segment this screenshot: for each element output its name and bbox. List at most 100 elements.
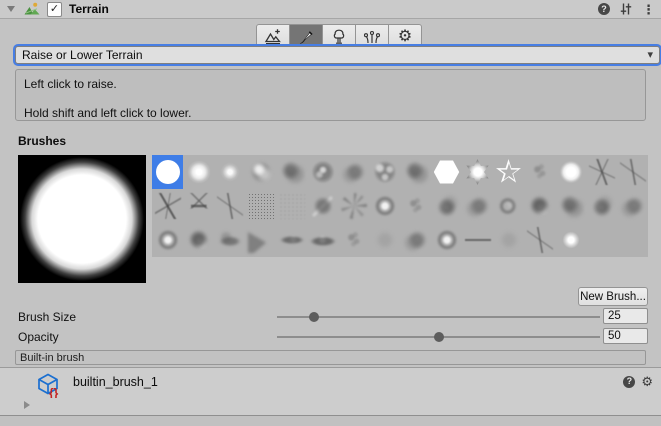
brush-item-40[interactable] [400,223,431,257]
opacity-slider[interactable] [277,336,600,338]
brush-thumbnail [465,159,491,185]
brush-item-3[interactable] [245,155,276,189]
brush-item-35[interactable] [245,223,276,257]
brush-item-36[interactable] [276,223,307,257]
brush-thumbnail [186,227,212,253]
brush-size-label: Brush Size [18,310,76,324]
brush-item-22[interactable] [338,189,369,223]
brush-item-45[interactable] [555,223,586,257]
brush-item-17[interactable] [183,189,214,223]
brush-thumbnail [186,193,212,219]
terrain-component-icon [24,2,40,16]
brush-item-27[interactable] [493,189,524,223]
brush-size-slider[interactable] [277,316,600,318]
brush-thumbnail [372,227,398,253]
brush-thumbnail [372,159,398,185]
brush-item-6[interactable] [338,155,369,189]
brush-item-12[interactable] [524,155,555,189]
help-line-2: Hold shift and left click to lower. [24,106,637,120]
bottom-strip [0,416,661,426]
brush-thumbnail [589,159,615,185]
brush-item-21[interactable] [307,189,338,223]
brush-item-20[interactable] [276,189,307,223]
brush-item-41[interactable] [431,223,462,257]
terrain-inspector-window: ✓ Terrain ? ⋮ [0,0,661,426]
opacity-label: Opacity [18,330,59,344]
enabled-checkbox[interactable]: ✓ [47,2,62,17]
brush-item-32[interactable] [152,223,183,257]
brush-item-10[interactable] [462,155,493,189]
brush-thumbnail [186,159,212,185]
brush-item-13[interactable] [555,155,586,189]
brush-item-28[interactable] [524,189,555,223]
brush-item-44[interactable] [524,223,555,257]
presets-icon[interactable] [619,2,633,16]
brush-item-18[interactable] [214,189,245,223]
brush-item-11[interactable] [493,155,524,189]
brush-item-25[interactable] [431,189,462,223]
brush-thumbnail [527,159,553,185]
brush-palette [152,155,648,257]
brush-item-47 [617,223,648,257]
brush-item-33[interactable] [183,223,214,257]
brush-item-0[interactable] [152,155,183,189]
brush-item-29[interactable] [555,189,586,223]
asset-gear-icon[interactable]: ⚙ [641,375,653,388]
brush-thumbnail [558,193,584,219]
opacity-row: Opacity [0,328,661,346]
brush-thumbnail [434,159,460,185]
brush-item-9[interactable] [431,155,462,189]
brush-item-38[interactable] [338,223,369,257]
brush-size-field[interactable] [603,308,648,324]
gear-icon: ⚙ [398,29,412,45]
brush-item-31[interactable] [617,189,648,223]
brush-thumbnail [310,227,336,253]
brush-item-8[interactable] [400,155,431,189]
opacity-slider-handle[interactable] [434,332,444,342]
brush-thumbnail [620,193,646,219]
brush-thumbnail [310,193,336,219]
builtin-brush-header-bar: Built-in brush [15,350,646,365]
brush-thumbnail [403,159,429,185]
foldout-open-icon[interactable] [7,6,15,12]
brush-item-1[interactable] [183,155,214,189]
brush-thumbnail [620,159,646,185]
brush-item-23[interactable] [369,189,400,223]
brush-item-15[interactable] [617,155,648,189]
brush-size-slider-handle[interactable] [309,312,319,322]
kebab-menu-icon[interactable]: ⋮ [642,3,655,16]
brush-item-4[interactable] [276,155,307,189]
brush-thumbnail [496,227,522,253]
brush-item-39[interactable] [369,223,400,257]
brush-asset-name: builtin_brush_1 [73,375,158,389]
brush-item-5[interactable] [307,155,338,189]
help-line-1: Left click to raise. [24,77,637,91]
brush-item-7[interactable] [369,155,400,189]
asset-help-icon[interactable]: ? [623,376,635,388]
help-icon[interactable]: ? [598,3,610,15]
tool-help-box: Left click to raise. Hold shift and left… [15,69,646,121]
brush-item-19[interactable] [245,189,276,223]
brush-item-16[interactable] [152,189,183,223]
brush-item-24[interactable] [400,189,431,223]
brush-thumbnail [465,227,491,253]
brush-thumbnail [310,159,336,185]
brush-item-43[interactable] [493,223,524,257]
brush-thumbnail [589,227,615,253]
brush-thumbnail [217,193,243,219]
paint-tool-dropdown[interactable]: Raise or Lower Terrain ▾ [15,46,660,64]
new-brush-button[interactable]: New Brush... [578,287,648,306]
opacity-field[interactable] [603,328,648,344]
brush-item-34[interactable] [214,223,245,257]
brush-item-14[interactable] [586,155,617,189]
brush-size-row: Brush Size [0,308,661,326]
brush-thumbnail [403,193,429,219]
brush-item-30[interactable] [586,189,617,223]
brush-item-42[interactable] [462,223,493,257]
chevron-down-icon: ▾ [647,50,653,61]
brush-item-26[interactable] [462,189,493,223]
foldout-closed-icon[interactable] [24,401,30,409]
brush-item-37[interactable] [307,223,338,257]
scriptable-object-icon: {} [36,372,62,398]
brush-item-2[interactable] [214,155,245,189]
